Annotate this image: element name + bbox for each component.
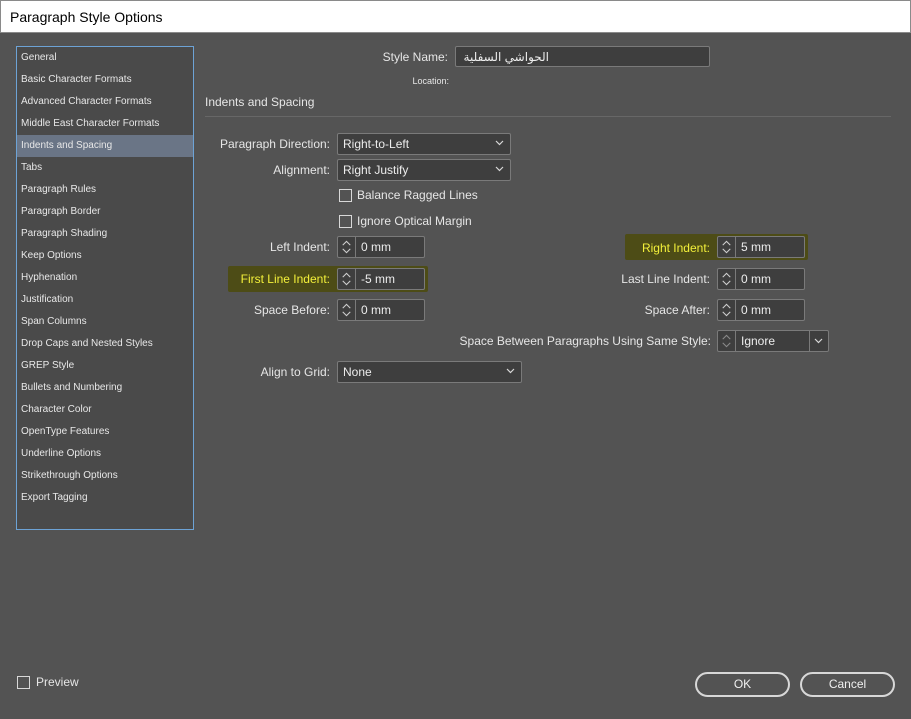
location-label: Location: [412, 76, 449, 86]
sidebar-item-basic-character-formats[interactable]: Basic Character Formats [17, 69, 193, 91]
sidebar-item-keep-options[interactable]: Keep Options [17, 245, 193, 267]
balance-ragged-lines-checkbox[interactable] [339, 189, 352, 202]
sidebar-item-indents-and-spacing[interactable]: Indents and Spacing [17, 135, 193, 157]
last-line-indent-value: 0 mm [741, 272, 771, 286]
paragraph-direction-value: Right-to-Left [343, 137, 410, 151]
sidebar-item-drop-caps[interactable]: Drop Caps and Nested Styles [17, 333, 193, 355]
sidebar-item-grep-style[interactable]: GREP Style [17, 355, 193, 377]
space-before-field[interactable]: 0 mm [337, 299, 425, 321]
align-to-grid-label: Align to Grid: [260, 365, 330, 379]
window-title: Paragraph Style Options [10, 9, 163, 25]
style-name-label: Style Name: [382, 50, 448, 64]
style-name-value: الحواشي السفلية [463, 50, 549, 64]
sidebar-item-span-columns[interactable]: Span Columns [17, 311, 193, 333]
first-line-indent-field[interactable]: -5 mm [337, 268, 425, 290]
sidebar-item-paragraph-rules[interactable]: Paragraph Rules [17, 179, 193, 201]
right-indent-label: Right Indent: [641, 241, 710, 255]
first-line-indent-value: -5 mm [361, 272, 395, 286]
space-between-combo[interactable]: Ignore [717, 330, 829, 352]
sidebar-item-character-color[interactable]: Character Color [17, 399, 193, 421]
balance-ragged-lines-label: Balance Ragged Lines [357, 188, 478, 202]
category-list[interactable]: General Basic Character Formats Advanced… [16, 46, 194, 530]
sidebar-item-bullets-and-numbering[interactable]: Bullets and Numbering [17, 377, 193, 399]
right-indent-value: 5 mm [741, 240, 771, 254]
left-indent-value: 0 mm [361, 240, 391, 254]
stepper-icon[interactable] [718, 269, 736, 289]
title-bar: Paragraph Style Options [0, 0, 911, 33]
ok-button[interactable]: OK [695, 672, 790, 697]
ignore-optical-margin-checkbox[interactable] [339, 215, 352, 228]
stepper-icon[interactable] [718, 300, 736, 320]
sidebar-item-underline-options[interactable]: Underline Options [17, 443, 193, 465]
sidebar-item-opentype-features[interactable]: OpenType Features [17, 421, 193, 443]
sidebar-item-paragraph-shading[interactable]: Paragraph Shading [17, 223, 193, 245]
sidebar-item-export-tagging[interactable]: Export Tagging [17, 487, 193, 509]
sidebar-item-advanced-character-formats[interactable]: Advanced Character Formats [17, 91, 193, 113]
alignment-value: Right Justify [343, 163, 409, 177]
dialog-body: General Basic Character Formats Advanced… [0, 33, 911, 719]
last-line-indent-label: Last Line Indent: [621, 272, 710, 286]
last-line-indent-field[interactable]: 0 mm [717, 268, 805, 290]
space-between-value: Ignore [741, 334, 776, 348]
align-to-grid-value: None [343, 365, 372, 379]
space-before-label: Space Before: [253, 303, 330, 317]
chevron-down-icon [506, 368, 515, 374]
sidebar-item-paragraph-border[interactable]: Paragraph Border [17, 201, 193, 223]
sidebar-item-strikethrough-options[interactable]: Strikethrough Options [17, 465, 193, 487]
ignore-optical-margin-label: Ignore Optical Margin [357, 214, 472, 228]
stepper-icon[interactable] [338, 300, 356, 320]
left-indent-label: Left Indent: [269, 240, 330, 254]
sidebar-item-justification[interactable]: Justification [17, 289, 193, 311]
space-after-field[interactable]: 0 mm [717, 299, 805, 321]
align-to-grid-select[interactable]: None [337, 361, 522, 383]
chevron-down-icon [495, 140, 504, 146]
alignment-select[interactable]: Right Justify [337, 159, 511, 181]
sidebar-item-general[interactable]: General [17, 47, 193, 69]
section-divider [205, 116, 891, 117]
chevron-down-icon[interactable] [814, 336, 823, 345]
stepper-icon[interactable] [338, 269, 356, 289]
preview-checkbox[interactable] [17, 676, 30, 689]
left-indent-field[interactable]: 0 mm [337, 236, 425, 258]
stepper-icon[interactable] [338, 237, 356, 257]
space-between-label: Space Between Paragraphs Using Same Styl… [459, 334, 711, 348]
space-before-value: 0 mm [361, 303, 391, 317]
right-indent-field[interactable]: 5 mm [717, 236, 805, 258]
sidebar-item-hyphenation[interactable]: Hyphenation [17, 267, 193, 289]
space-after-label: Space After: [644, 303, 710, 317]
style-name-input[interactable]: الحواشي السفلية [455, 46, 710, 67]
first-line-indent-label: First Line Indent: [240, 272, 330, 286]
paragraph-direction-select[interactable]: Right-to-Left [337, 133, 511, 155]
cancel-button[interactable]: Cancel [800, 672, 895, 697]
stepper-icon[interactable] [718, 237, 736, 257]
sidebar-item-tabs[interactable]: Tabs [17, 157, 193, 179]
space-after-value: 0 mm [741, 303, 771, 317]
stepper-icon[interactable] [718, 331, 736, 351]
alignment-label: Alignment: [273, 163, 330, 177]
paragraph-direction-label: Paragraph Direction: [219, 137, 330, 151]
sidebar-item-middle-east-character-formats[interactable]: Middle East Character Formats [17, 113, 193, 135]
section-title: Indents and Spacing [205, 95, 315, 109]
preview-label: Preview [36, 675, 79, 689]
chevron-down-icon [495, 166, 504, 172]
